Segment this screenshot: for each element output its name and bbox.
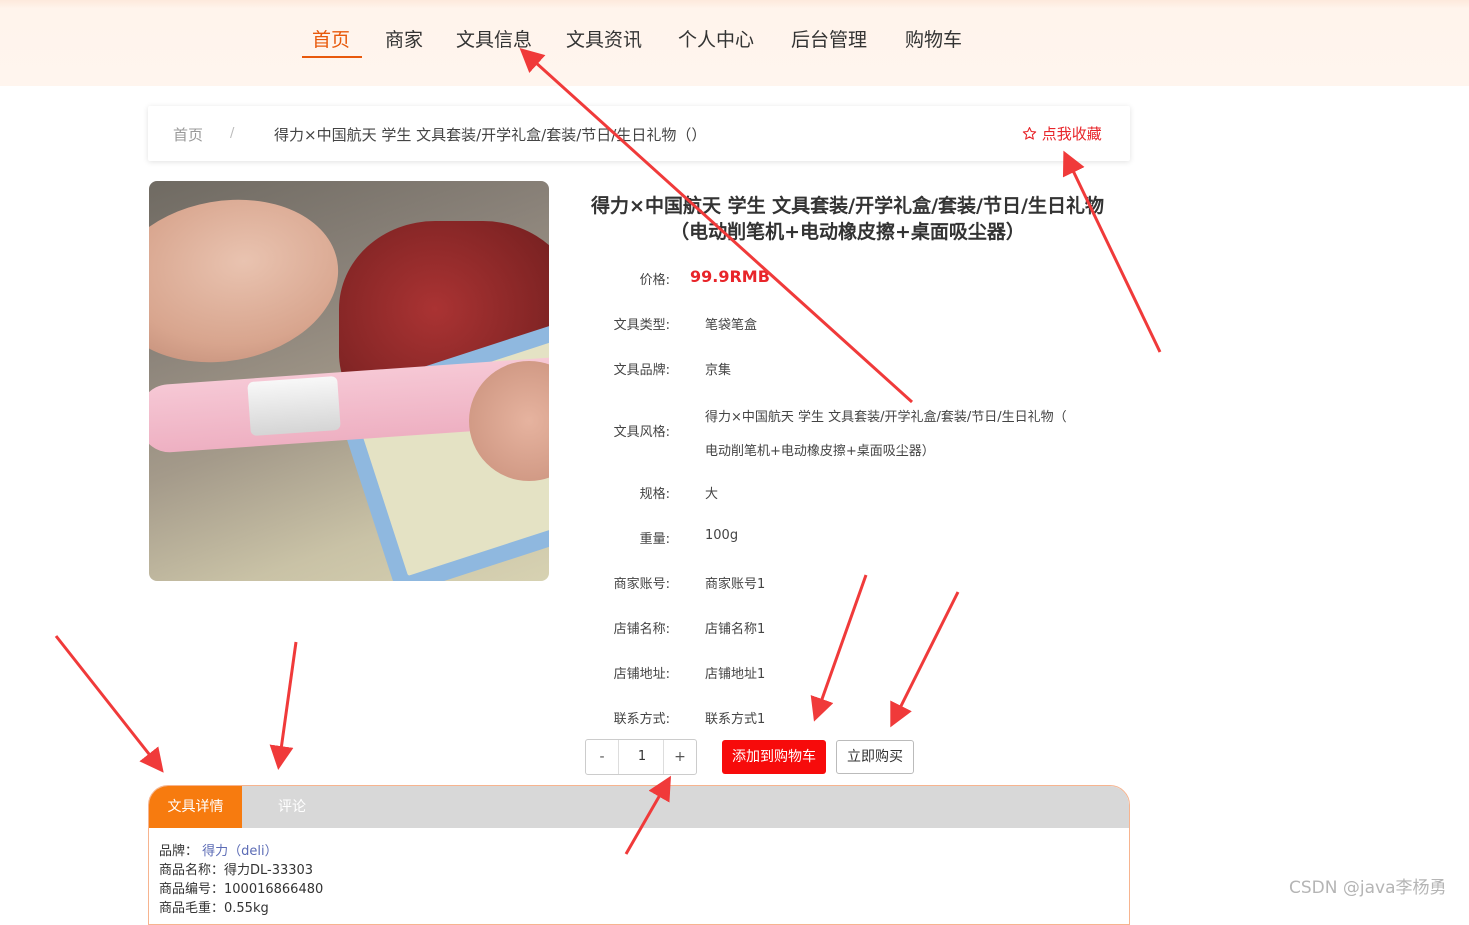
shop-address-value: 店铺地址1 [705, 667, 766, 682]
style-value: 得力×中国航天 学生 文具套装/开学礼盒/套装/节日/生日礼物（ 电动削笔机+电… [705, 401, 1105, 469]
merchant-account-value: 商家账号1 [705, 577, 766, 592]
nav-item-home[interactable]: 首页 [312, 26, 350, 54]
breadcrumb-current: 得力×中国航天 学生 文具套装/开学礼盒/套装/节日/生日礼物（） [274, 126, 707, 144]
product-title-line1: 得力×中国航天 学生 文具套装/开学礼盒/套装/节日/生日礼物 [591, 195, 1104, 217]
arrow-to-buy-now [890, 591, 960, 728]
star-outline-icon [1022, 127, 1037, 140]
detail-brand-line: 品牌： 得力（deli） [159, 840, 278, 859]
contact-value: 联系方式1 [705, 712, 766, 727]
nav-item-stationery-info[interactable]: 文具信息 [456, 26, 532, 54]
tab-comments[interactable]: 评论 [242, 786, 342, 828]
product-image [149, 181, 549, 581]
brand-value: 京集 [705, 363, 732, 378]
product-title-line2: （电动削笔机+电动橡皮擦+桌面吸尘器） [670, 221, 1025, 243]
style-label: 文具风格: [613, 425, 670, 440]
product-title: 得力×中国航天 学生 文具套装/开学礼盒/套装/节日/生日礼物 （电动削笔机+电… [575, 193, 1120, 245]
breadcrumb-home-link[interactable]: 首页 [173, 124, 203, 145]
weight-value: 100g [705, 528, 739, 543]
detail-weight-line: 商品毛重：0.55kg [159, 901, 269, 916]
arrow-to-favorite [1062, 150, 1162, 353]
nav-item-cart[interactable]: 购物车 [905, 26, 962, 54]
price-value: 99.9RMB [690, 267, 770, 286]
add-to-cart-button[interactable]: 添加到购物车 [722, 740, 826, 774]
weight-label: 重量: [639, 532, 670, 547]
shop-name-label: 店铺名称: [613, 622, 670, 637]
type-value: 笔袋笔盒 [705, 318, 758, 333]
price-label: 价格: [639, 273, 670, 288]
breadcrumb-separator: / [230, 126, 235, 141]
type-label: 文具类型: [613, 318, 670, 333]
csdn-watermark: CSDN @java李杨勇 [1289, 878, 1447, 898]
nav-item-admin[interactable]: 后台管理 [791, 26, 867, 54]
buy-now-button[interactable]: 立即购买 [836, 740, 914, 774]
tab-details[interactable]: 文具详情 [149, 786, 242, 828]
detail-brand-link[interactable]: 得力（deli） [202, 844, 277, 859]
brand-label: 文具品牌: [613, 363, 670, 378]
arrow-to-comments-tab [269, 641, 298, 770]
top-navigation: 首页 商家 文具信息 文具资讯 个人中心 后台管理 购物车 [0, 0, 1469, 86]
detail-brand-label: 品牌： [159, 844, 199, 859]
spec-label: 规格: [639, 487, 670, 502]
contact-label: 联系方式: [613, 712, 670, 727]
detail-code-line: 商品编号：100016866480 [159, 882, 324, 897]
nav-active-underline [302, 56, 362, 58]
quantity-increment-button[interactable]: + [663, 740, 696, 774]
detail-name-line: 商品名称：得力DL-33303 [159, 863, 314, 878]
style-value-line1: 得力×中国航天 学生 文具套装/开学礼盒/套装/节日/生日礼物（ [705, 410, 1067, 425]
shop-name-value: 店铺名称1 [705, 622, 766, 637]
tabs-header: 文具详情 评论 [149, 786, 1129, 828]
merchant-account-label: 商家账号: [613, 577, 670, 592]
image-finger [149, 182, 352, 380]
image-pen-cap [247, 375, 341, 437]
nav-item-stationery-news[interactable]: 文具资讯 [566, 26, 642, 54]
breadcrumb: 首页 / 得力×中国航天 学生 文具套装/开学礼盒/套装/节日/生日礼物（） 点… [148, 106, 1130, 161]
shop-address-label: 店铺地址: [613, 667, 670, 682]
arrow-to-add-to-cart [810, 574, 868, 722]
favorite-label: 点我收藏 [1041, 125, 1102, 143]
favorite-button[interactable]: 点我收藏 [1022, 123, 1102, 144]
arrow-to-details-tab [54, 635, 164, 773]
quantity-decrement-button[interactable]: - [586, 740, 619, 774]
quantity-input[interactable]: 1 [620, 740, 664, 774]
details-tabs-panel: 文具详情 评论 品牌： 得力（deli） 商品名称：得力DL-33303 商品编… [148, 785, 1130, 925]
nav-item-personal-center[interactable]: 个人中心 [678, 26, 754, 54]
spec-value: 大 [705, 487, 719, 502]
quantity-stepper: - 1 + [585, 739, 697, 775]
style-value-line2: 电动削笔机+电动橡皮擦+桌面吸尘器） [705, 444, 935, 459]
nav-item-merchants[interactable]: 商家 [385, 26, 423, 54]
